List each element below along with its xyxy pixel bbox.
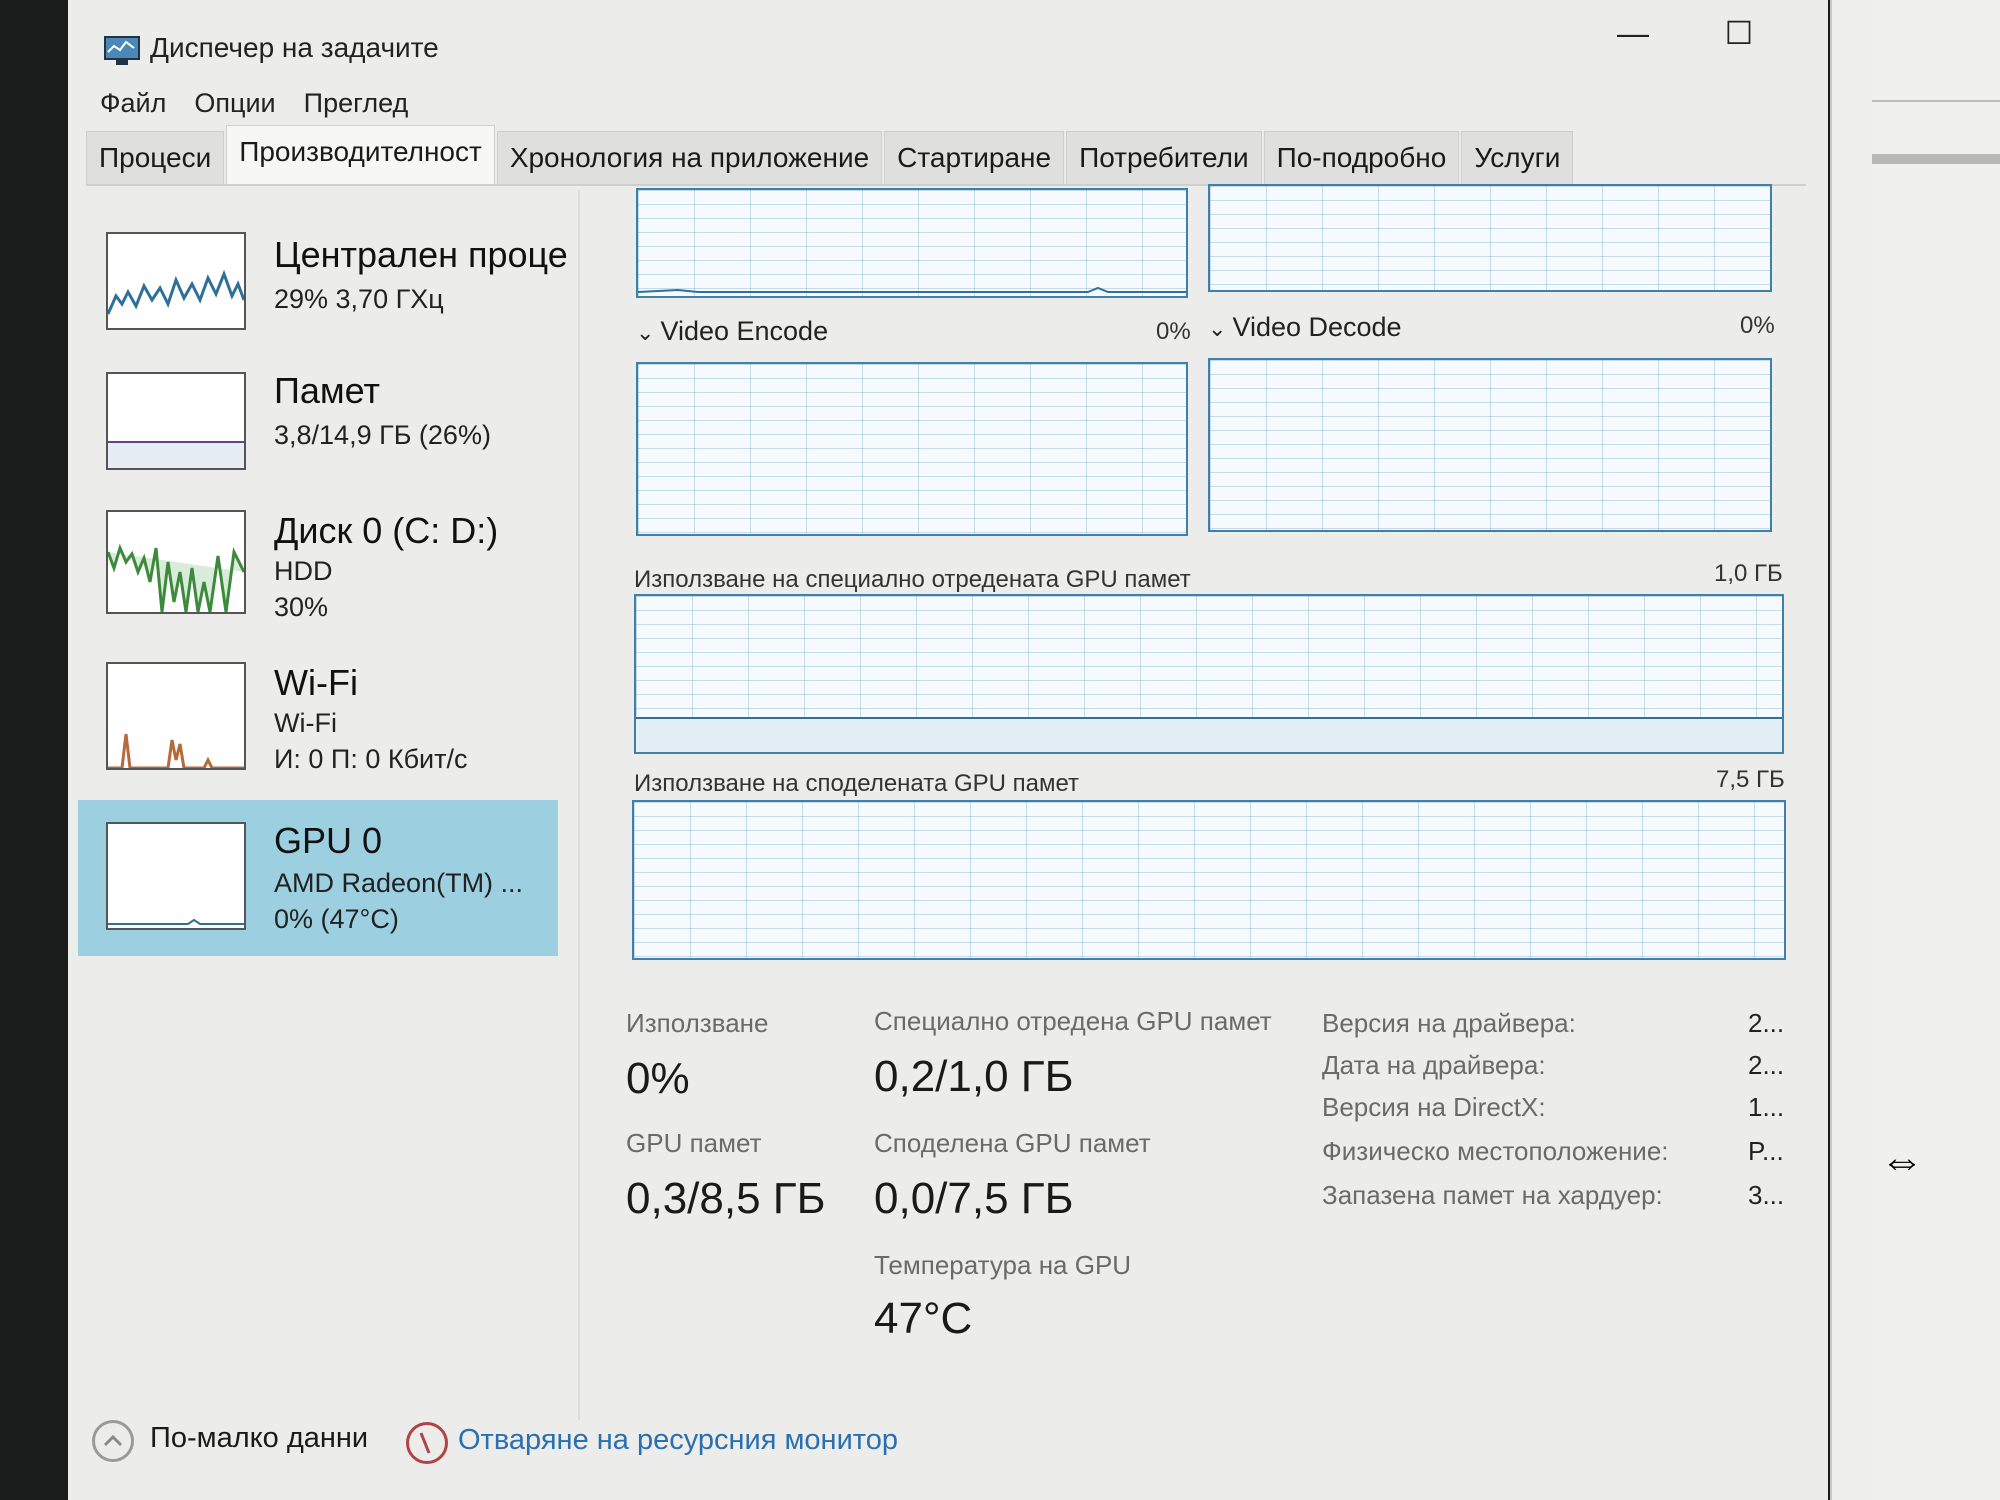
sidebar-item-memory[interactable]: Памет 3,8/14,9 ГБ (26%) — [78, 370, 558, 522]
driver-version-label: Версия на драйвера: — [1322, 1008, 1576, 1038]
resource-monitor-icon[interactable] — [406, 1422, 448, 1464]
disk-thumbnail-graph — [106, 510, 246, 614]
directx-version-label: Версия на DirectX: — [1322, 1092, 1546, 1122]
gpu-memory-value: 0,3/8,5 ГБ — [626, 1174, 826, 1223]
cpu-thumbnail-graph — [106, 232, 246, 330]
sidebar-item-cpu[interactable]: Централен проце 29% 3,70 ГХц — [78, 230, 568, 382]
open-resource-monitor-link[interactable]: Отваряне на ресурсния монитор — [458, 1424, 898, 1457]
usage-label: Използване — [626, 1008, 769, 1038]
chevron-down-icon[interactable]: ⌄ — [1208, 316, 1226, 341]
video-encode-header: ⌄ Video Encode — [636, 316, 828, 347]
task-manager-icon — [104, 36, 140, 65]
dedicated-stat-label: Специално отредена GPU памет — [874, 1006, 1272, 1036]
dedicated-memory-label: Използване на специално отредената GPU п… — [634, 566, 1191, 593]
physical-location-value: P... — [1748, 1136, 1784, 1166]
menu-view[interactable]: Преглед — [290, 88, 423, 128]
video-encode-graph — [636, 362, 1188, 536]
shared-stat-value: 0,0/7,5 ГБ — [874, 1174, 1074, 1223]
tab-app-history[interactable]: Хронология на приложение — [496, 131, 883, 184]
menu-file[interactable]: Файл — [86, 88, 180, 128]
disk-title: Диск 0 (C: D:) — [274, 510, 499, 551]
resource-list: Централен проце 29% 3,70 ГХц Памет 3,8/1… — [78, 190, 580, 1420]
video-decode-graph — [1208, 358, 1772, 532]
wifi-throughput: И: 0 П: 0 Кбит/с — [274, 744, 468, 774]
dedicated-memory-max: 1,0 ГБ — [1714, 560, 1783, 587]
close-button[interactable]: ✕ — [1810, 8, 1828, 58]
directx-version-value: 1... — [1748, 1092, 1785, 1122]
menu-bar: Файл Опции Преглед — [86, 88, 422, 128]
memory-thumbnail-graph — [106, 372, 246, 470]
video-decode-header: ⌄ Video Decode — [1208, 312, 1402, 343]
driver-date-value: 2... — [1748, 1050, 1785, 1080]
tab-bar: Процеси Производителност Хронология на п… — [86, 124, 1806, 186]
driver-version-value: 2... — [1748, 1008, 1785, 1038]
resize-cursor-icon: ⇔ — [1880, 1136, 1924, 1185]
engine-graph-left — [636, 188, 1188, 298]
tab-performance[interactable]: Производителност — [226, 125, 495, 184]
background-window — [1872, 0, 2000, 1500]
tab-users[interactable]: Потребители — [1066, 131, 1262, 184]
sidebar-item-gpu[interactable]: GPU 0 AMD Radeon(TM) ... 0% (47°C) — [78, 800, 558, 956]
gpu-model: AMD Radeon(TM) ... — [274, 868, 524, 898]
menu-options[interactable]: Опции — [180, 88, 289, 128]
gpu-temp-value: 47°C — [874, 1294, 973, 1343]
engine-graph-right — [1208, 184, 1772, 292]
wifi-adapter: Wi-Fi — [274, 708, 337, 738]
shared-stat-label: Споделена GPU памет — [874, 1128, 1151, 1158]
window-border — [1830, 0, 1874, 1500]
gpu-temp-label: Температура на GPU — [874, 1250, 1132, 1280]
tab-details[interactable]: По-подробно — [1263, 131, 1460, 184]
chevron-down-icon[interactable]: ⌄ — [636, 320, 654, 345]
footer: По-малко данни Отваряне на ресурсния мон… — [88, 1420, 1788, 1480]
task-manager-window: Диспечер на задачите — ☐ ✕ Файл Опции Пр… — [68, 0, 1828, 1500]
memory-title: Памет — [274, 370, 380, 411]
video-encode-value: 0% — [1156, 318, 1191, 345]
video-decode-label: Video Decode — [1232, 312, 1402, 342]
title-bar: Диспечер на задачите — ☐ ✕ — [68, 0, 1828, 92]
dedicated-stat-value: 0,2/1,0 ГБ — [874, 1052, 1074, 1101]
memory-usage: 3,8/14,9 ГБ (26%) — [274, 420, 491, 450]
cpu-title: Централен проце — [274, 234, 568, 275]
disk-type: HDD — [274, 556, 333, 586]
gpu-title: GPU 0 — [274, 820, 383, 861]
wifi-title: Wi-Fi — [274, 662, 358, 703]
reserved-memory-value: 3... — [1748, 1180, 1785, 1210]
tab-services[interactable]: Услуги — [1461, 131, 1574, 184]
sidebar-item-disk[interactable]: Диск 0 (C: D:) HDD 30% — [78, 510, 558, 662]
shared-memory-graph — [632, 800, 1786, 960]
disk-usage: 30% — [274, 592, 329, 622]
gpu-thumbnail-graph — [106, 822, 246, 930]
physical-location-label: Физическо местоположение: — [1322, 1136, 1669, 1166]
dedicated-memory-graph — [634, 594, 1784, 754]
usage-value: 0% — [626, 1054, 690, 1103]
gpu-usage: 0% (47°C) — [274, 904, 399, 934]
chevron-up-circle-icon[interactable] — [92, 1420, 134, 1462]
reserved-memory-label: Запазена памет на хардуер: — [1322, 1180, 1663, 1210]
shared-memory-label: Използване на споделената GPU памет — [634, 770, 1080, 797]
gpu-memory-label: GPU памет — [626, 1128, 762, 1158]
maximize-button[interactable]: ☐ — [1704, 8, 1774, 58]
window-title: Диспечер на задачите — [150, 32, 439, 63]
video-encode-label: Video Encode — [660, 316, 829, 346]
fewer-details-button[interactable]: По-малко данни — [150, 1422, 368, 1455]
wifi-thumbnail-graph — [106, 662, 246, 770]
driver-date-label: Дата на драйвера: — [1322, 1050, 1546, 1080]
tab-startup[interactable]: Стартиране — [884, 131, 1065, 184]
sidebar-item-wifi[interactable]: Wi-Fi Wi-Fi И: 0 П: 0 Кбит/с — [78, 662, 558, 814]
cpu-usage: 29% 3,70 ГХц — [274, 284, 444, 314]
shared-memory-max: 7,5 ГБ — [1716, 766, 1785, 793]
video-decode-value: 0% — [1740, 312, 1775, 339]
minimize-button[interactable]: — — [1598, 8, 1668, 58]
tab-processes[interactable]: Процеси — [86, 131, 225, 184]
